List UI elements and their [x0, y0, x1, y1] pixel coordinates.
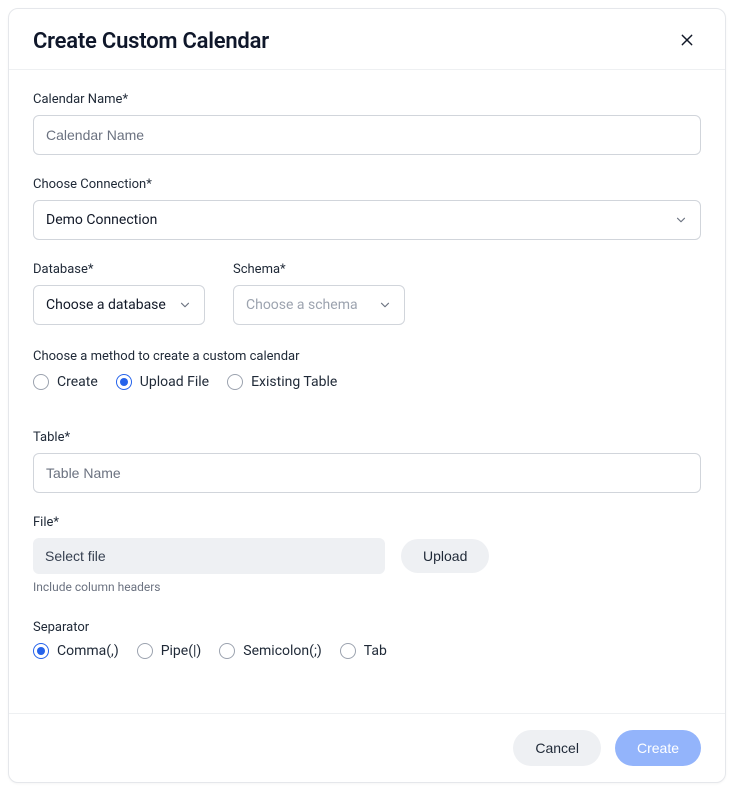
radio-icon: [137, 643, 153, 659]
file-select-input[interactable]: [33, 538, 385, 574]
modal-header: Create Custom Calendar: [9, 9, 725, 70]
connection-label: Choose Connection*: [33, 177, 701, 192]
table-name-input[interactable]: [33, 453, 701, 493]
database-select[interactable]: Choose a database: [33, 285, 205, 325]
radio-icon: [33, 643, 49, 659]
chevron-down-icon: [674, 213, 688, 227]
close-icon: [679, 32, 695, 51]
schema-select[interactable]: Choose a schema: [233, 285, 405, 325]
table-label: Table*: [33, 430, 701, 445]
db-schema-row: Database* Choose a database Schema* Choo…: [33, 262, 701, 325]
create-calendar-modal: Create Custom Calendar Calendar Name* Ch…: [8, 8, 726, 783]
database-label: Database*: [33, 262, 205, 277]
schema-field: Schema* Choose a schema: [233, 262, 405, 325]
close-button[interactable]: [673, 27, 701, 55]
radio-icon: [340, 643, 356, 659]
file-field: File* Upload Include column headers: [33, 515, 701, 594]
radio-icon: [116, 374, 132, 390]
chevron-down-icon: [378, 298, 392, 312]
separator-radio-pipe[interactable]: Pipe(|): [137, 643, 202, 659]
schema-selected-value: Choose a schema: [246, 297, 358, 313]
method-section: Choose a method to create a custom calen…: [33, 349, 701, 390]
file-label: File*: [33, 515, 701, 530]
create-button[interactable]: Create: [615, 730, 701, 766]
separator-radio-tab[interactable]: Tab: [340, 643, 387, 659]
calendar-name-input[interactable]: [33, 115, 701, 155]
radio-icon: [33, 374, 49, 390]
method-radio-group: Create Upload File Existing Table: [33, 374, 701, 390]
calendar-name-label: Calendar Name*: [33, 92, 701, 107]
table-field: Table*: [33, 430, 701, 493]
separator-label: Separator: [33, 620, 701, 635]
chevron-down-icon: [178, 298, 192, 312]
radio-icon: [227, 374, 243, 390]
method-radio-existing[interactable]: Existing Table: [227, 374, 337, 390]
method-radio-upload-label: Upload File: [140, 374, 209, 390]
separator-radio-semicolon-label: Semicolon(;): [243, 643, 321, 659]
upload-button[interactable]: Upload: [401, 539, 489, 573]
connection-selected-value: Demo Connection: [46, 212, 157, 228]
database-selected-value: Choose a database: [46, 297, 166, 313]
database-field: Database* Choose a database: [33, 262, 205, 325]
separator-radio-tab-label: Tab: [364, 643, 387, 659]
method-radio-create-label: Create: [57, 374, 98, 390]
method-radio-existing-label: Existing Table: [251, 374, 337, 390]
connection-field: Choose Connection* Demo Connection: [33, 177, 701, 240]
separator-radio-comma[interactable]: Comma(,): [33, 643, 119, 659]
cancel-button[interactable]: Cancel: [513, 730, 601, 766]
separator-radio-pipe-label: Pipe(|): [161, 643, 202, 659]
modal-title: Create Custom Calendar: [33, 29, 269, 54]
separator-radio-comma-label: Comma(,): [57, 643, 119, 659]
method-radio-upload[interactable]: Upload File: [116, 374, 209, 390]
connection-select[interactable]: Demo Connection: [33, 200, 701, 240]
modal-body: Calendar Name* Choose Connection* Demo C…: [9, 70, 725, 713]
separator-section: Separator Comma(,) Pipe(|) Semicolon(;) …: [33, 620, 701, 703]
separator-radio-semicolon[interactable]: Semicolon(;): [219, 643, 321, 659]
separator-radio-group: Comma(,) Pipe(|) Semicolon(;) Tab: [33, 643, 701, 659]
method-label: Choose a method to create a custom calen…: [33, 349, 701, 364]
modal-footer: Cancel Create: [9, 713, 725, 782]
radio-icon: [219, 643, 235, 659]
method-radio-create[interactable]: Create: [33, 374, 98, 390]
calendar-name-field: Calendar Name*: [33, 92, 701, 155]
file-hint: Include column headers: [33, 580, 701, 594]
schema-label: Schema*: [233, 262, 405, 277]
file-row: Upload: [33, 538, 701, 574]
